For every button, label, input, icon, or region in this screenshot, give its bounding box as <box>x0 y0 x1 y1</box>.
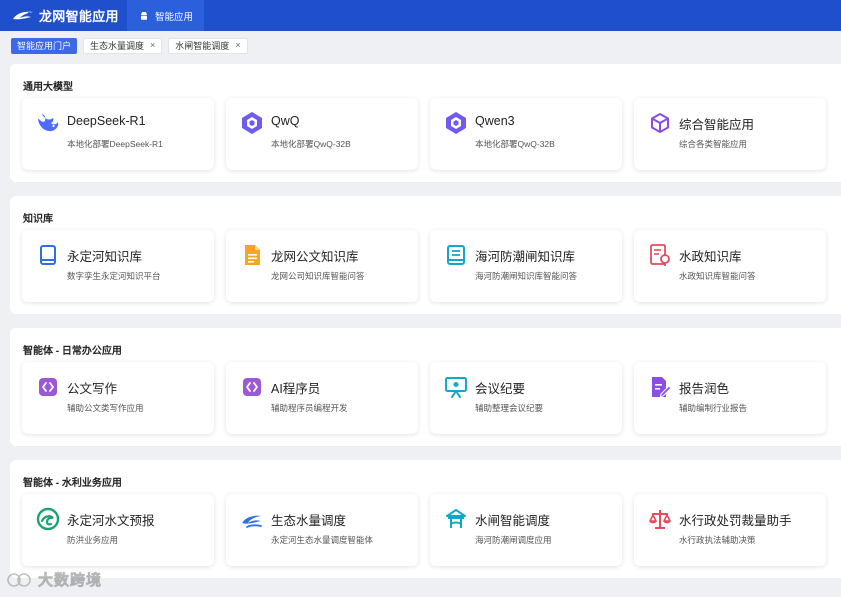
card-title: 报告润色 <box>679 382 730 396</box>
section-title: 知识库 <box>23 214 53 225</box>
close-icon[interactable]: × <box>150 41 155 50</box>
section-water-agents: 智能体 - 水利业务应用 永定河水文预报 防洪业务应用 生态水量调度 永定河生态… <box>10 460 841 578</box>
card-desc: 水行政执法辅助决策 <box>679 535 756 545</box>
card-ai-programmer[interactable]: AI程序员 辅助程序员编程开发 <box>226 362 418 434</box>
card-penalty-assistant[interactable]: 水行政处罚裁量助手 水行政执法辅助决策 <box>634 494 826 566</box>
nav-item-smart-apps[interactable]: 智能应用 <box>127 0 205 31</box>
card-longwang-docs-kb[interactable]: 龙网公文知识库 龙网公司知识库智能问答 <box>226 230 418 302</box>
close-icon[interactable]: × <box>235 41 240 50</box>
cube-icon <box>647 110 673 136</box>
card-hydrological-forecast[interactable]: 永定河水文预报 防洪业务应用 <box>22 494 214 566</box>
card-title: 水政知识库 <box>679 250 742 264</box>
brand[interactable]: 龙网智能应用 <box>0 0 127 31</box>
card-desc: 综合各类智能应用 <box>679 139 748 149</box>
tab-bar: 智能应用门户 生态水量调度 × 水闸智能调度 × <box>0 31 841 60</box>
card-title: 永定河知识库 <box>67 250 143 264</box>
deepseek-whale-icon <box>35 110 61 136</box>
card-title: 综合智能应用 <box>679 118 755 132</box>
card-title: 水行政处罚裁量助手 <box>679 514 792 528</box>
card-haihe-kb[interactable]: 海河防潮闸知识库 海河防潮闸知识库智能问答 <box>430 230 622 302</box>
watermark-text: 大数跨境 <box>38 572 103 590</box>
card-title: 水闸智能调度 <box>475 514 551 528</box>
presentation-board-icon <box>443 374 469 400</box>
section-title: 通用大模型 <box>23 82 73 93</box>
card-title: 龙网公文知识库 <box>271 250 359 264</box>
card-desc: 本地化部署QwQ-32B <box>271 139 351 149</box>
section-title: 智能体 - 水利业务应用 <box>23 478 122 489</box>
card-desc: 水政知识库智能问答 <box>679 271 756 281</box>
card-title: AI程序员 <box>271 382 321 396</box>
card-title: 会议纪要 <box>475 382 526 396</box>
card-comprehensive-apps[interactable]: 综合智能应用 综合各类智能应用 <box>634 98 826 170</box>
card-deepseek[interactable]: DeepSeek-R1 本地化部署DeepSeek-R1 <box>22 98 214 170</box>
card-title: DeepSeek-R1 <box>67 114 146 128</box>
card-report-polish[interactable]: 报告润色 辅助编制行业报告 <box>634 362 826 434</box>
section-general-models: 通用大模型 DeepSeek-R1 本地化部署DeepSeek-R1 QwQ 本… <box>10 64 841 182</box>
card-desc: 辅助程序员编程开发 <box>271 403 348 413</box>
card-desc: 龙网公司知识库智能问答 <box>271 271 365 281</box>
card-title: 永定河水文预报 <box>67 514 155 528</box>
section-knowledge-base: 知识库 永定河知识库 数字孪生永定河知识平台 龙网公文知识库 龙网公司知识库智能… <box>10 196 841 314</box>
tab-eco-water[interactable]: 生态水量调度 × <box>83 37 163 54</box>
tab-label: 水闸智能调度 <box>175 41 230 51</box>
card-desc: 辅助整理会议纪要 <box>475 403 544 413</box>
card-yongding-kb[interactable]: 永定河知识库 数字孪生永定河知识平台 <box>22 230 214 302</box>
tab-sluice[interactable]: 水闸智能调度 × <box>168 37 248 54</box>
card-title: 公文写作 <box>67 382 118 396</box>
nav-item-label: 智能应用 <box>155 11 194 23</box>
card-title: Qwen3 <box>475 114 515 128</box>
card-qwq[interactable]: QwQ 本地化部署QwQ-32B <box>226 98 418 170</box>
card-desc: 海河防潮闸知识库智能问答 <box>475 271 578 281</box>
card-desc: 辅助编制行业报告 <box>679 403 748 413</box>
tab-label: 生态水量调度 <box>90 41 145 51</box>
code-brackets-icon <box>35 374 61 400</box>
card-eco-water-dispatch[interactable]: 生态水量调度 永定河生态水量调度智能体 <box>226 494 418 566</box>
card-water-admin-kb[interactable]: 水政知识库 水政知识库智能问答 <box>634 230 826 302</box>
android-icon <box>141 11 147 20</box>
qwen-logo-icon <box>239 110 265 136</box>
sluice-gate-icon <box>443 506 469 532</box>
section-office-agents: 智能体 - 日常办公应用 公文写作 辅助公文类写作应用 AI程序员 辅助程序员编… <box>10 328 841 446</box>
dragon-logo-icon <box>13 11 33 19</box>
edit-document-icon <box>647 374 673 400</box>
card-sluice-dispatch[interactable]: 水闸智能调度 海河防潮闸调度应用 <box>430 494 622 566</box>
card-desc: 海河防潮闸调度应用 <box>475 535 552 545</box>
manual-icon <box>443 242 469 268</box>
card-meeting-minutes[interactable]: 会议纪要 辅助整理会议纪要 <box>430 362 622 434</box>
tab-portal[interactable]: 智能应用门户 <box>11 37 78 54</box>
card-desc: 辅助公文类写作应用 <box>67 403 144 413</box>
swirl-icon <box>35 506 61 532</box>
qwen-logo-icon <box>443 110 469 136</box>
watermark-logo-icon <box>7 572 31 587</box>
card-desc: 防洪业务应用 <box>67 535 119 545</box>
card-desc: 本地化部署QwQ-32B <box>475 139 555 149</box>
card-desc: 永定河生态水量调度智能体 <box>271 535 374 545</box>
app-title: 龙网智能应用 <box>39 9 119 24</box>
card-document-writing[interactable]: 公文写作 辅助公文类写作应用 <box>22 362 214 434</box>
top-bar: 龙网智能应用 智能应用 <box>0 0 841 31</box>
card-title: 海河防潮闸知识库 <box>475 250 576 264</box>
book-icon <box>35 242 61 268</box>
document-icon <box>239 242 265 268</box>
code-brackets-icon <box>239 374 265 400</box>
water-wave-icon <box>239 506 265 532</box>
card-title: 生态水量调度 <box>271 514 347 528</box>
section-title: 智能体 - 日常办公应用 <box>23 346 122 357</box>
card-desc: 本地化部署DeepSeek-R1 <box>67 139 163 149</box>
tab-label: 智能应用门户 <box>17 41 72 51</box>
card-qwen3[interactable]: Qwen3 本地化部署QwQ-32B <box>430 98 622 170</box>
scales-icon <box>647 506 673 532</box>
card-title: QwQ <box>271 114 300 128</box>
card-desc: 数字孪生永定河知识平台 <box>67 271 161 281</box>
watermark: 大数跨境 <box>6 569 102 590</box>
law-document-icon <box>647 242 673 268</box>
